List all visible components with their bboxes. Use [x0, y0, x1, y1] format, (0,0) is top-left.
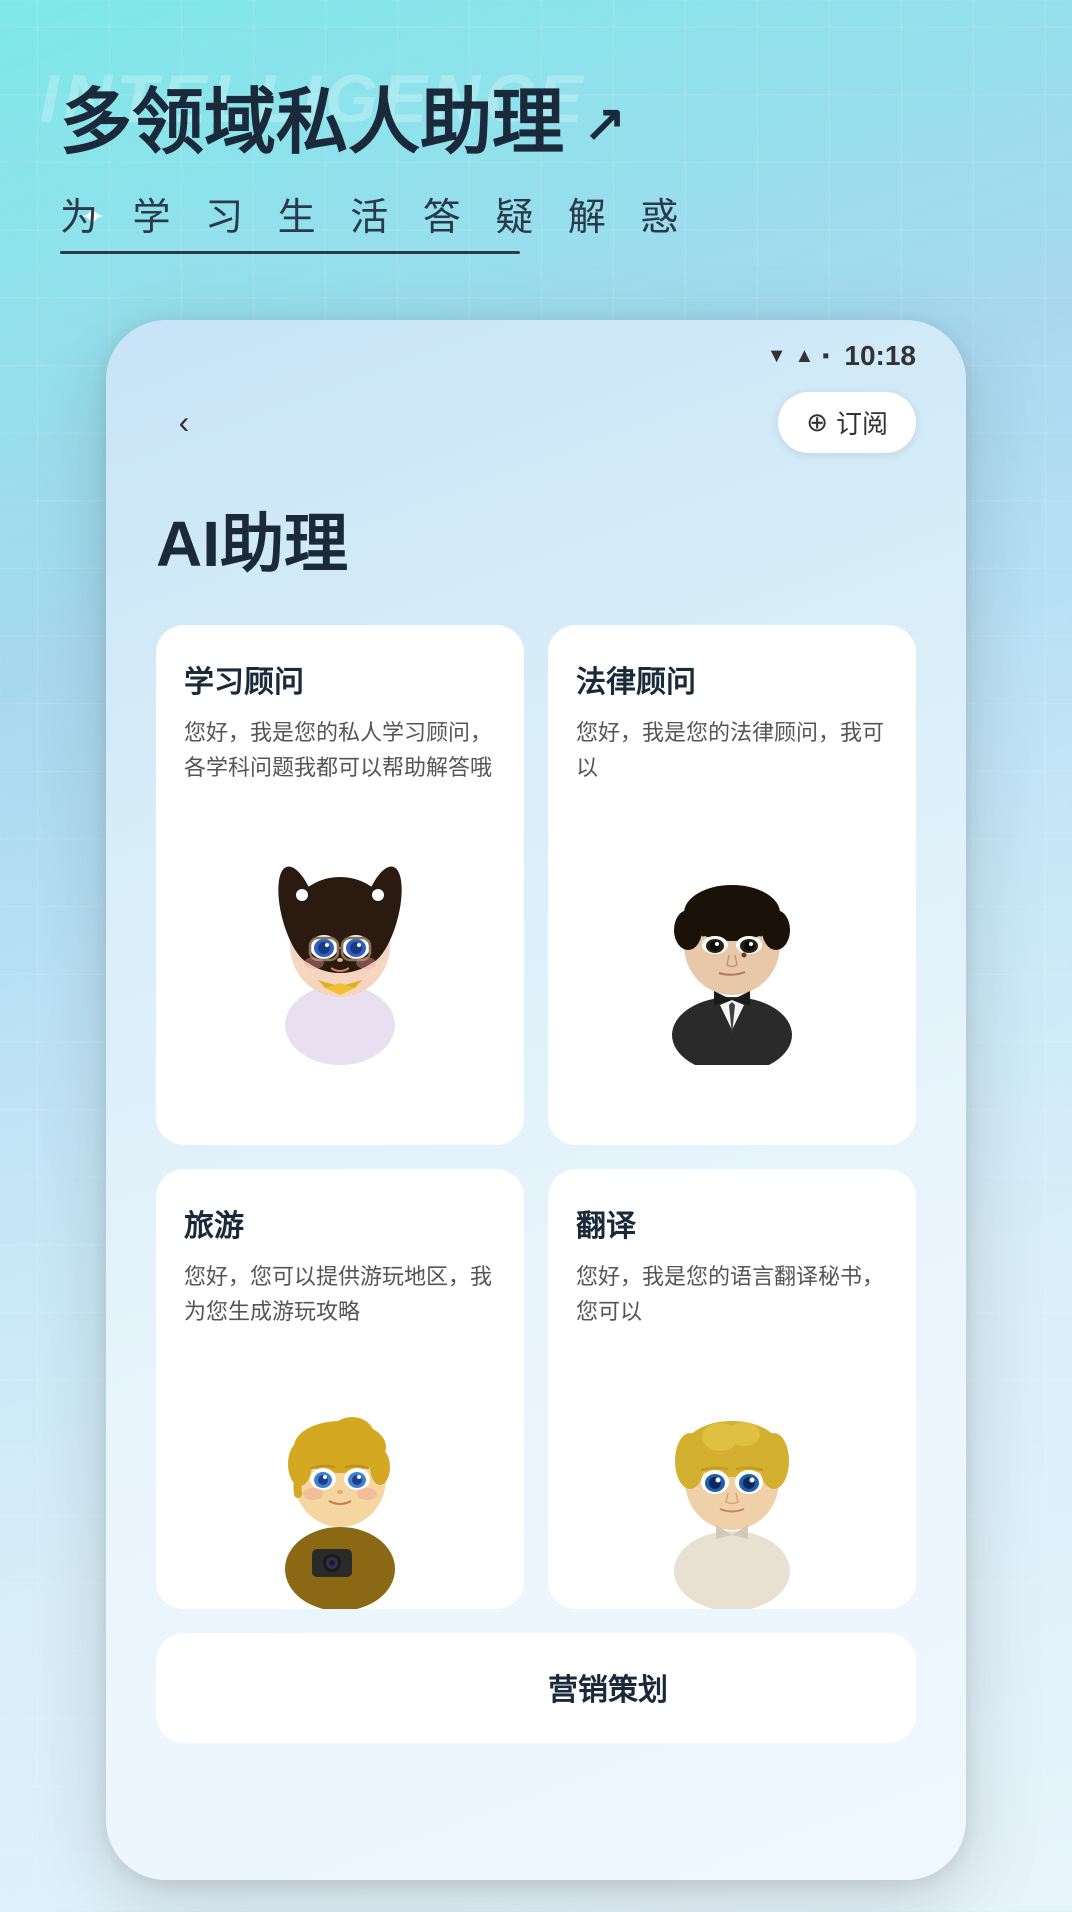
page-title: AI助理 [156, 493, 916, 585]
status-bar: ▼ ▲ ▪ 10:18 [106, 320, 966, 382]
study-card-desc: 您好，我是您的私人学习顾问，各学科问题我都可以帮助解答哦 [184, 715, 496, 785]
hero-subtitle: 为 学 习 生 活 答 疑 解 惑 [60, 186, 1012, 241]
study-card-title: 学习顾问 [184, 657, 496, 701]
translate-card-title: 翻译 [576, 1201, 888, 1245]
law-character [632, 805, 832, 1065]
back-button[interactable]: ‹ [156, 395, 212, 451]
battery-icon: ▪ [822, 345, 829, 368]
law-card-desc: 您好，我是您的法律顾问，我可以 [576, 715, 888, 785]
travel-card-desc: 您好，您可以提供游玩地区，我为您生成游玩攻略 [184, 1259, 496, 1329]
nav-bar: ‹ ⊕ 订阅 [106, 382, 966, 473]
phone-mockup: ▼ ▲ ▪ 10:18 ‹ ⊕ 订阅 AI助理 学习顾问 您好，我是您的私人学习… [106, 320, 966, 1880]
translate-card-desc: 您好，我是您的语言翻译秘书，您可以 [576, 1259, 888, 1329]
travel-card-bottom [184, 1665, 524, 1685]
wifi-icon: ▲ [794, 345, 814, 368]
law-card[interactable]: 法律顾问 您好，我是您的法律顾问，我可以 [548, 625, 916, 1145]
signal-icon: ▼ [767, 345, 787, 368]
subscribe-label: 订阅 [836, 404, 888, 441]
marketing-section: 营销策划 [156, 1633, 916, 1743]
law-card-title: 法律顾问 [576, 657, 888, 701]
hero-title: 多领域私人助理 ↗ [60, 80, 1012, 166]
marketing-card-title: 营销策划 [548, 1665, 888, 1709]
status-time: 10:18 [844, 340, 916, 372]
study-character [240, 805, 440, 1065]
travel-card[interactable]: 旅游 您好，您可以提供游玩地区，我为您生成游玩攻略 [156, 1169, 524, 1609]
marketing-card[interactable]: 营销策划 [548, 1665, 888, 1723]
translate-character [632, 1339, 832, 1609]
subscribe-plus-icon: ⊕ [806, 407, 828, 438]
study-card[interactable]: 学习顾问 您好，我是您的私人学习顾问，各学科问题我都可以帮助解答哦 [156, 625, 524, 1145]
subscribe-button[interactable]: ⊕ 订阅 [778, 392, 916, 453]
translate-card[interactable]: 翻译 您好，我是您的语言翻译秘书，您可以 [548, 1169, 916, 1609]
travel-character [240, 1339, 440, 1609]
travel-card-title: 旅游 [184, 1201, 496, 1245]
